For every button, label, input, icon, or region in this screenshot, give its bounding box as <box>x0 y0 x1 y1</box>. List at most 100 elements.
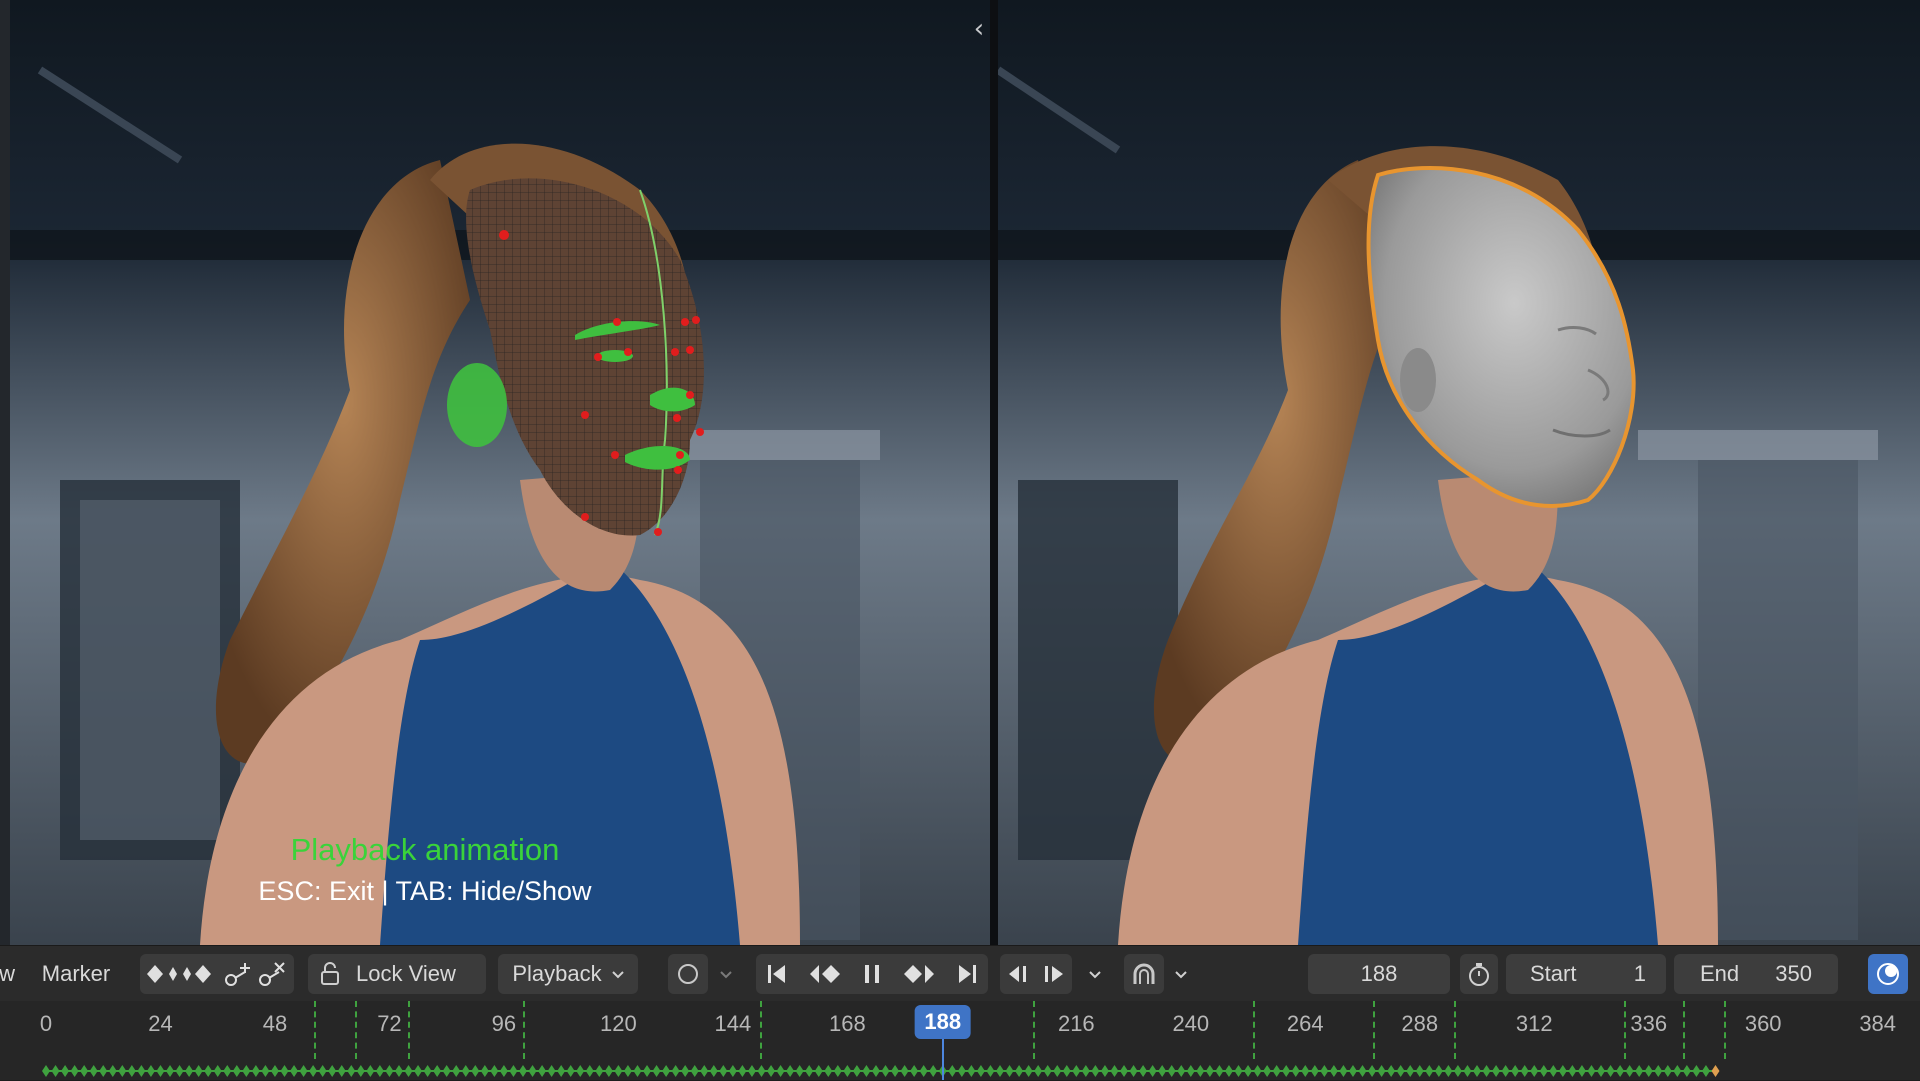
keyframe-diamond <box>194 1065 203 1077</box>
current-frame-field[interactable]: 188 <box>1308 954 1450 994</box>
keyframe-diamond <box>366 1065 375 1077</box>
lock-view-toggle[interactable]: Lock View <box>308 954 486 994</box>
marker-line <box>1373 1001 1375 1059</box>
chevron-down-icon <box>720 971 732 979</box>
viewport-split-divider[interactable] <box>990 0 998 945</box>
keyframe-diamond <box>127 1065 136 1077</box>
right-viewport[interactable] <box>998 0 1920 945</box>
end-frame-field[interactable]: End 350 <box>1674 954 1838 994</box>
overlay-toggle[interactable] <box>1868 954 1908 994</box>
keyframe-diamond <box>957 1065 966 1077</box>
marker-line <box>1253 1001 1255 1059</box>
start-frame-field[interactable]: Start 1 <box>1506 954 1666 994</box>
chevron-down-icon <box>1089 971 1101 979</box>
keyframe-diamond <box>996 1065 1004 1077</box>
keyframe-diamond <box>566 1065 575 1077</box>
keyframe-diamond <box>499 1065 508 1077</box>
auto-keying-toggle[interactable] <box>668 954 708 994</box>
head-render-frame <box>998 0 1920 945</box>
frame-tick-label: 360 <box>1744 1011 1782 1036</box>
keyframe-diamond <box>175 1065 184 1077</box>
current-frame-indicator[interactable]: 188 <box>914 1005 972 1039</box>
left-viewport[interactable]: Playback animation ESC: Exit | TAB: Hide… <box>0 0 990 945</box>
keyframe-diamond <box>614 1065 623 1077</box>
keyframe-diamond <box>1282 1065 1291 1077</box>
chevron-left-icon[interactable]: ‹ <box>968 14 990 44</box>
keyframe-diamond <box>80 1065 89 1077</box>
keyframe-diamond <box>1177 1065 1186 1077</box>
preview-range-toggle[interactable] <box>1460 954 1498 994</box>
playback-dropdown[interactable]: Playback <box>498 954 638 994</box>
keyframe-diamond <box>852 1065 861 1077</box>
key-add-icon[interactable] <box>223 960 253 988</box>
keyframe-diamond <box>824 1065 833 1077</box>
keyframe-diamond <box>204 1065 213 1077</box>
keyframe-diamond <box>805 1065 814 1077</box>
keyframe-diamond <box>795 1065 804 1077</box>
end-frame-value: 350 <box>1775 961 1812 986</box>
next-keyframe-icon[interactable] <box>901 962 937 986</box>
keyframe-diamond <box>728 1065 737 1077</box>
keyframe-diamond <box>843 1065 852 1077</box>
keyframe-diamond <box>509 1065 518 1077</box>
lock-view-label: Lock View <box>356 961 456 986</box>
step-back-icon[interactable] <box>1005 962 1031 986</box>
timeline-header: w Marker Lock View Playback 188 Start 1 … <box>0 945 1920 1002</box>
keyframe-diamond <box>1139 1065 1148 1077</box>
marker-menu[interactable]: Marker <box>28 954 124 994</box>
timeline-ruler[interactable]: 0 24 48 72 96 120 144 168 188 216 240 264 288 312 336 3… <box>0 1001 1920 1080</box>
key-remove-icon[interactable] <box>257 960 287 988</box>
frame-tick-label: 24 <box>148 1011 173 1036</box>
keyframe-diamond <box>1434 1065 1443 1077</box>
previous-keyframe-icon[interactable] <box>807 962 843 986</box>
keyframe-diamond <box>347 1065 356 1077</box>
keyframe-diamond <box>414 1065 423 1077</box>
keyframe-diamond <box>51 1065 60 1077</box>
keyframe-diamond <box>1253 1065 1262 1077</box>
step-forward-icon[interactable] <box>1041 962 1067 986</box>
keyframe-diamond <box>1015 1065 1024 1077</box>
keyframe-diamond <box>1549 1065 1558 1077</box>
keyframe-diamond <box>948 1065 957 1077</box>
pause-icon[interactable] <box>861 962 883 986</box>
keyframe-diamonds-icon[interactable] <box>147 963 219 985</box>
frame-step-controls <box>1000 954 1072 994</box>
keyframe-diamond <box>1148 1065 1157 1077</box>
keyframe-diamond <box>270 1065 279 1077</box>
keyframe-diamond <box>251 1065 260 1077</box>
snap-toggle[interactable] <box>1124 954 1164 994</box>
keyframe-diamond <box>1425 1065 1434 1077</box>
keyframe-track[interactable] <box>0 1051 1920 1081</box>
frame-tick-label: 384 <box>1859 1011 1897 1036</box>
keyframe-diamond <box>1530 1065 1539 1077</box>
record-icon <box>678 964 698 984</box>
keyframe-diamond <box>1091 1065 1100 1077</box>
keyframe-diamond <box>1215 1065 1224 1077</box>
keyframe-diamond <box>490 1065 499 1077</box>
frame-tick-label: 0 <box>39 1011 53 1036</box>
playback-options-dropdown[interactable] <box>1082 954 1108 994</box>
keyframe-diamond <box>1673 1065 1682 1077</box>
keyframe-diamond <box>1167 1065 1176 1077</box>
keyframe-diamond <box>1558 1065 1567 1077</box>
auto-keying-options[interactable] <box>712 954 740 994</box>
view-menu[interactable]: w <box>0 954 15 994</box>
marker-line <box>1624 1001 1626 1059</box>
keyframe-diamond <box>557 1065 566 1077</box>
jump-to-end-icon[interactable] <box>955 962 979 986</box>
keyframe-diamond <box>1158 1065 1167 1077</box>
keyframe-diamond <box>1358 1065 1367 1077</box>
keyframe-diamond <box>623 1065 632 1077</box>
marker-line <box>760 1001 762 1059</box>
keyframe-diamond <box>337 1065 346 1077</box>
keyframe-diamond <box>1577 1065 1586 1077</box>
keyframe-diamond <box>1587 1065 1596 1077</box>
keyframe-diamond <box>1625 1065 1634 1077</box>
keyframe-diamond <box>232 1065 241 1077</box>
keyframe-diamond <box>242 1065 251 1077</box>
jump-to-start-icon[interactable] <box>765 962 789 986</box>
keyframe-diamond <box>108 1065 117 1077</box>
playhead-line[interactable] <box>941 1039 944 1080</box>
snap-options-dropdown[interactable] <box>1168 954 1194 994</box>
keyframe-diamond <box>442 1065 451 1077</box>
